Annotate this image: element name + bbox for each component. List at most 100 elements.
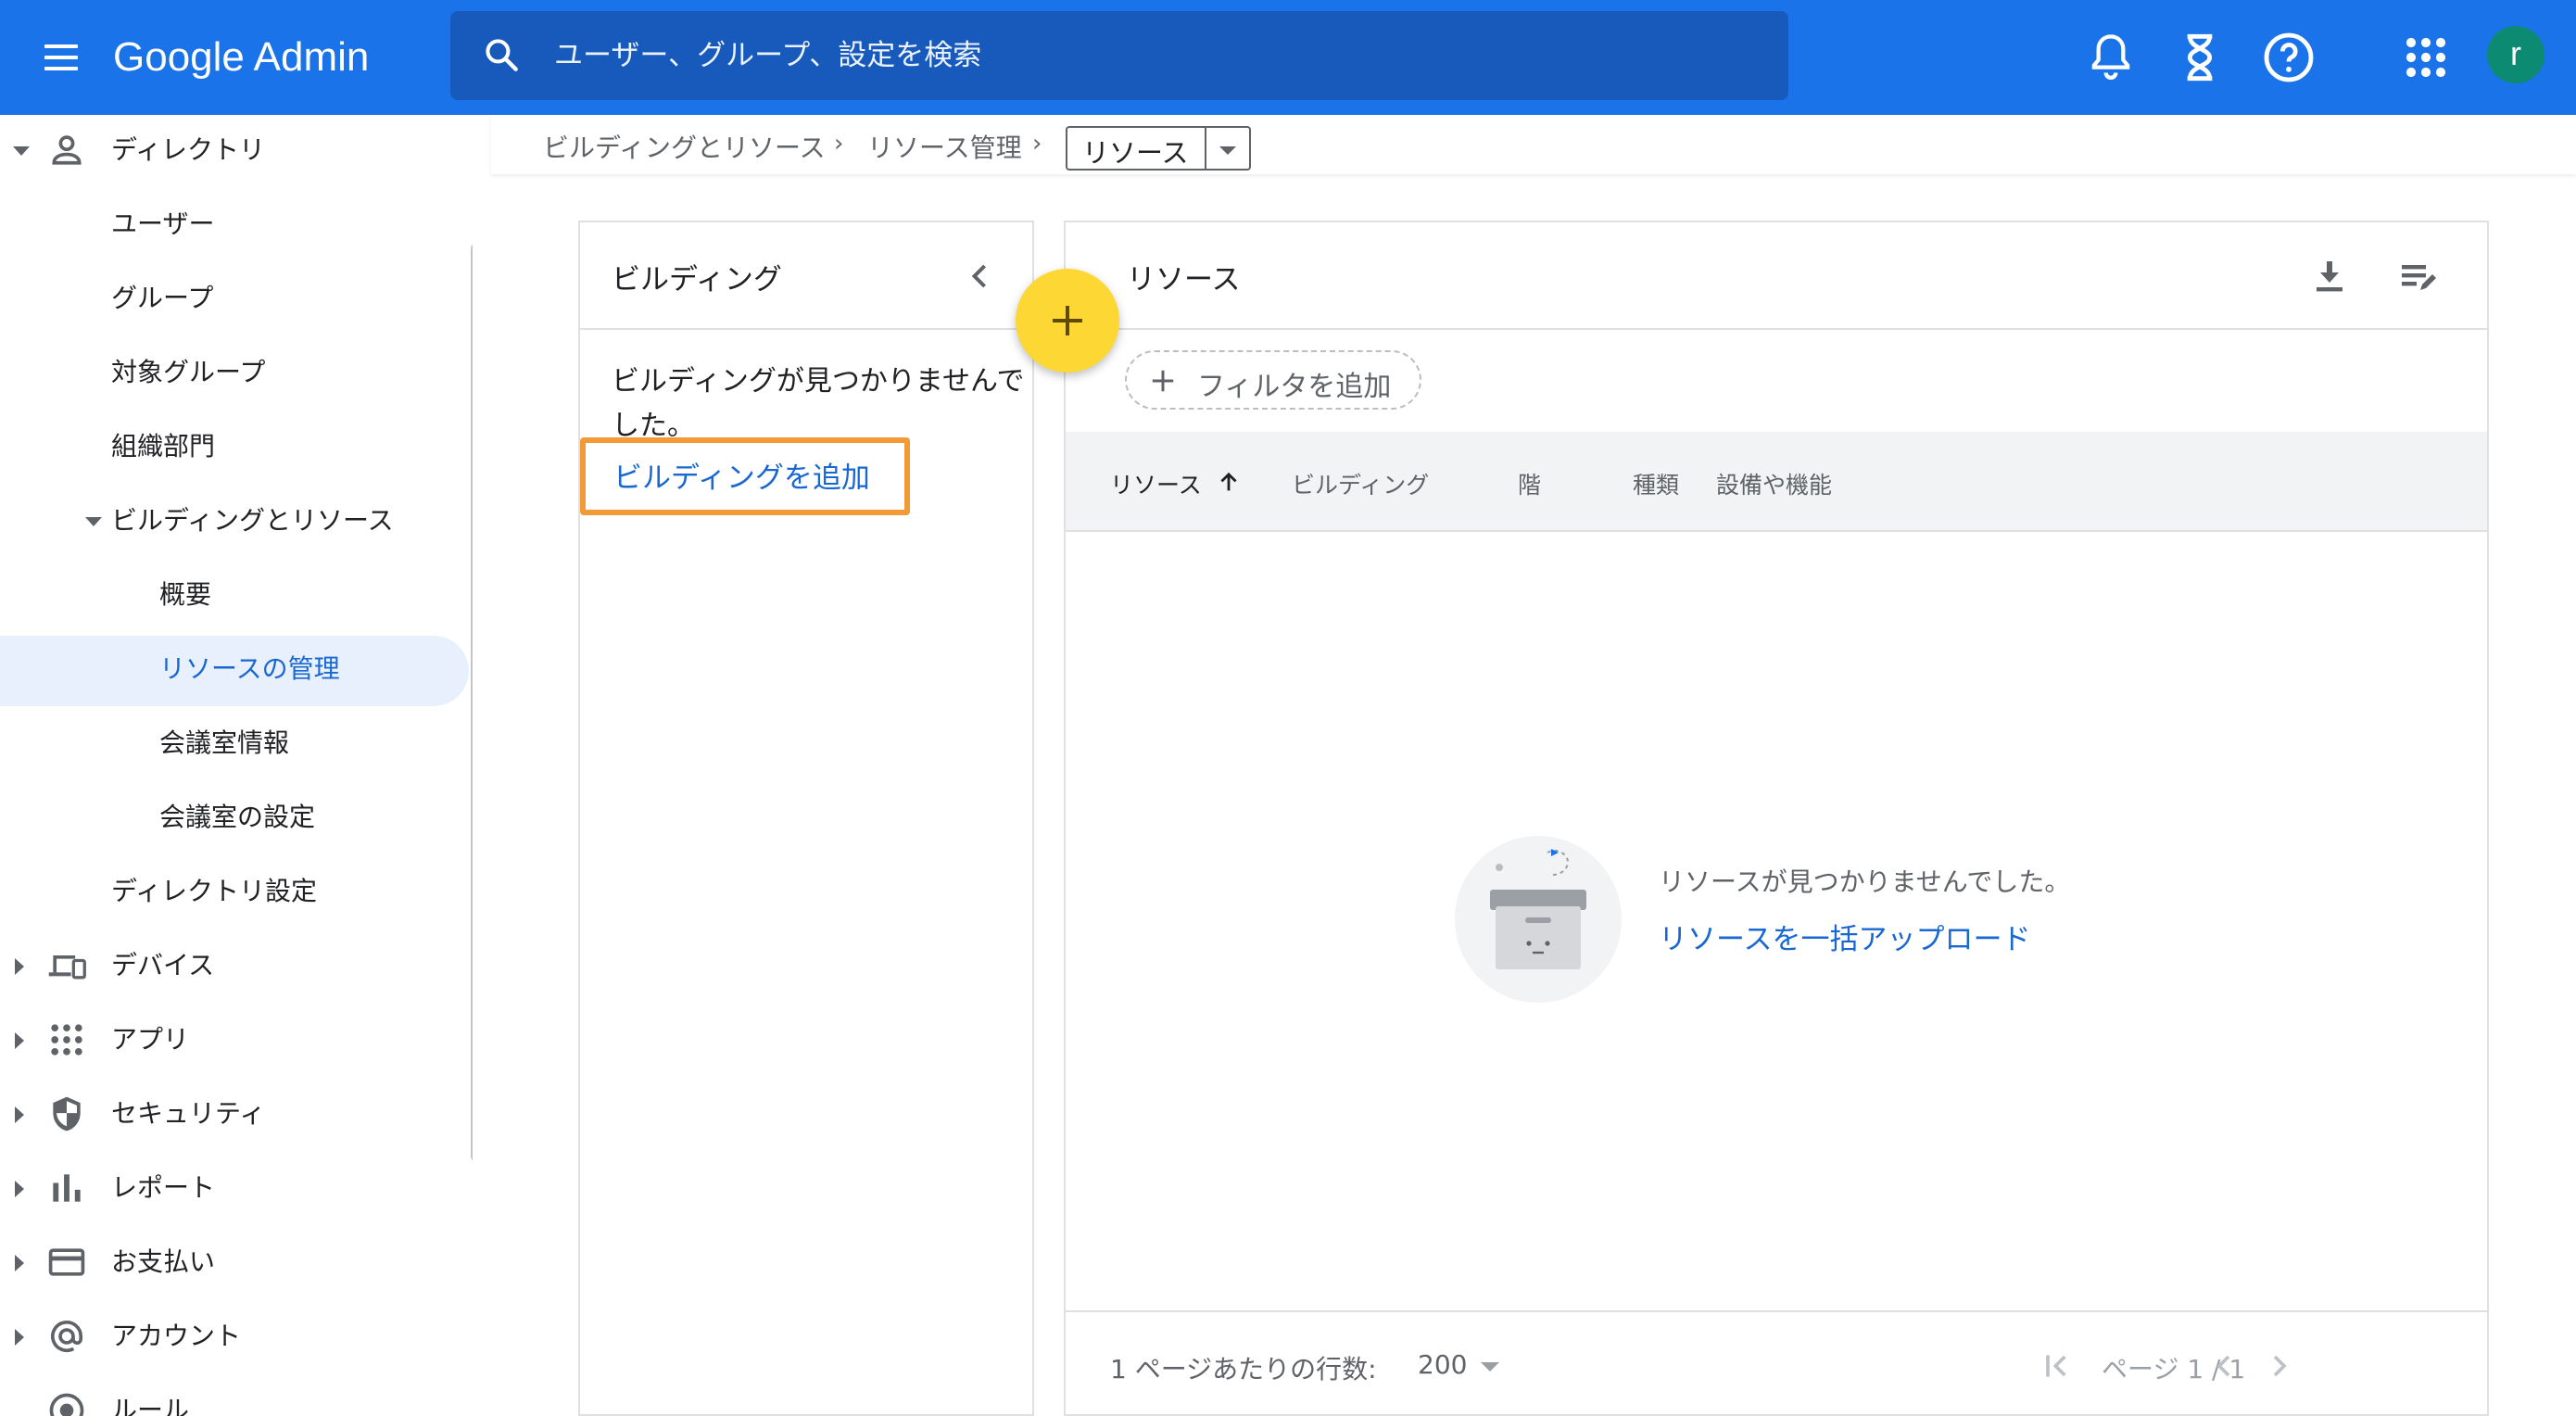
bar-chart-icon <box>53 1174 81 1202</box>
breadcrumb-current-select[interactable]: リソース <box>1066 126 1251 171</box>
add-resource-fab[interactable] <box>1016 269 1119 373</box>
sidebar-item-overview[interactable]: 概要 <box>0 560 473 630</box>
sidebar-item-label: アプリ <box>111 1024 190 1055</box>
sidebar-item-label: レポート <box>111 1172 216 1203</box>
sidebar-item-label: 組織部門 <box>111 431 216 461</box>
add-filter-button[interactable]: フィルタを追加 <box>1125 350 1421 410</box>
sidebar-item-apps[interactable]: アプリ <box>0 1005 473 1075</box>
sidebar-item-label: ディレクトリ <box>111 134 266 165</box>
sidebar-item-label: ルール <box>111 1395 190 1416</box>
sidebar-item-devices[interactable]: デバイス <box>0 930 473 1001</box>
bulk-upload-link[interactable]: リソースを一括アップロード <box>1659 916 2030 957</box>
first-page-icon[interactable] <box>2039 1347 2076 1384</box>
expand-caret-icon[interactable] <box>15 1181 24 1197</box>
download-icon[interactable] <box>2307 254 2352 298</box>
expand-caret-icon[interactable] <box>85 517 102 526</box>
plus-icon <box>1152 370 1174 392</box>
sidebar-item-room-info[interactable]: 会議室情報 <box>0 708 473 778</box>
app-logo[interactable]: Google Admin <box>113 28 369 87</box>
sidebar-item-label: グループ <box>111 283 214 313</box>
apps-grid-icon[interactable] <box>2396 28 2456 87</box>
help-icon[interactable] <box>2259 28 2318 87</box>
sidebar-item-label: セキュリティ <box>111 1098 266 1129</box>
sidebar-item-directory[interactable]: ディレクトリ <box>0 115 473 185</box>
account-avatar[interactable]: r <box>2487 26 2544 83</box>
sidebar-item-target-groups[interactable]: 対象グループ <box>0 337 473 408</box>
expand-caret-icon[interactable] <box>13 146 30 156</box>
apps-icon <box>51 1024 82 1056</box>
sidebar-item-label: ディレクトリ設定 <box>111 876 318 906</box>
rules-icon <box>49 1393 84 1416</box>
sidebar-item-billing[interactable]: お支払い <box>0 1227 473 1297</box>
breadcrumb-item-buildings[interactable]: ビルディングとリソース <box>543 128 826 165</box>
sidebar-item-label: デバイス <box>111 950 215 980</box>
expand-caret-icon[interactable] <box>15 1255 24 1271</box>
column-header-type[interactable]: 種類 <box>1633 467 1679 500</box>
previous-page-icon[interactable] <box>2205 1347 2242 1384</box>
expand-caret-icon[interactable] <box>15 958 24 975</box>
rows-per-page-select[interactable]: 200 <box>1418 1344 1520 1388</box>
sidebar-scrollbar[interactable] <box>471 241 473 1164</box>
sidebar-item-manage-resources[interactable]: リソースの管理 <box>0 634 473 706</box>
sidebar-item-security[interactable]: セキュリティ <box>0 1079 473 1149</box>
dropdown-arrow-icon <box>1219 146 1236 155</box>
search-input[interactable] <box>554 28 1759 83</box>
sidebar-nav: ディレクトリ ユーザー グループ 対象グループ 組織部門 ビルディングとリソース… <box>0 115 473 1416</box>
add-building-highlight: ビルディングを追加 <box>580 437 910 515</box>
at-sign-icon <box>50 1321 83 1353</box>
expand-caret-icon[interactable] <box>15 1032 24 1049</box>
chevron-right-icon: › <box>1032 130 1042 158</box>
expand-caret-icon[interactable] <box>15 1106 24 1123</box>
sidebar-item-label: 会議室情報 <box>159 727 290 758</box>
column-header-building[interactable]: ビルディング <box>1292 467 1429 500</box>
column-header-resource[interactable]: リソース <box>1110 467 1202 500</box>
breadcrumb-item-resource-management[interactable]: リソース管理 <box>867 128 1022 165</box>
next-page-icon[interactable] <box>2261 1347 2298 1384</box>
arrow-up-icon[interactable] <box>1216 469 1242 495</box>
breadcrumb-current-label: リソース <box>1082 137 1189 169</box>
buildings-panel: ビルディング ビルディングが見つかりませんでした。 ビルディングを追加 <box>578 221 1034 1416</box>
sidebar-item-room-settings[interactable]: 会議室の設定 <box>0 782 473 853</box>
resources-empty-message: リソースが見つかりませんでした。 <box>1659 866 2071 897</box>
hamburger-menu-icon[interactable] <box>39 37 83 78</box>
dropdown-arrow-icon <box>1481 1362 1499 1372</box>
add-filter-label: フィルタを追加 <box>1197 371 1392 403</box>
sidebar-item-rules[interactable]: ルール <box>0 1375 473 1416</box>
buildings-title: ビルディング <box>612 263 782 297</box>
empty-box-icon <box>1490 849 1586 969</box>
credit-card-icon <box>48 1248 85 1276</box>
bell-icon[interactable] <box>2081 28 2140 87</box>
rows-per-page-label: 1 ページあたりの行数: <box>1110 1354 1377 1384</box>
expand-caret-icon[interactable] <box>15 1329 24 1346</box>
hourglass-icon[interactable] <box>2170 28 2229 87</box>
edit-columns-icon[interactable] <box>2396 254 2441 298</box>
add-building-link[interactable]: ビルディングを追加 <box>613 454 870 496</box>
sidebar-item-label: ユーザー <box>111 209 215 239</box>
sidebar-item-account[interactable]: アカウント <box>0 1301 473 1372</box>
buildings-empty-message: ビルディングが見つかりませんでした。 <box>612 365 1025 442</box>
sidebar-item-label: リソースの管理 <box>159 653 340 684</box>
resources-title: リソース <box>1127 263 1241 297</box>
sidebar-item-reports[interactable]: レポート <box>0 1153 473 1223</box>
chevron-left-icon[interactable] <box>960 256 1001 297</box>
sidebar-item-label: 会議室の設定 <box>159 802 316 832</box>
column-header-floor[interactable]: 階 <box>1518 467 1541 500</box>
search-icon <box>486 39 518 71</box>
empty-state-illustration <box>1455 836 1622 1003</box>
shield-icon <box>53 1096 81 1132</box>
rows-per-page-value: 200 <box>1418 1349 1468 1380</box>
resources-panel: リソース フィルタを追加 リソース ビルディング 階 種類 設備や機能 リソース… <box>1064 221 2489 1416</box>
breadcrumb: ビルディングとリソース › リソース管理 › リソース <box>491 115 2576 174</box>
sidebar-item-groups[interactable]: グループ <box>0 263 473 334</box>
sidebar-item-directory-settings[interactable]: ディレクトリ設定 <box>0 856 473 927</box>
sidebar-item-label: お支払い <box>111 1246 216 1277</box>
search-bar[interactable] <box>450 11 1788 100</box>
chevron-right-icon: › <box>834 130 844 158</box>
person-icon <box>52 135 82 165</box>
resources-table-header: リソース ビルディング 階 種類 設備や機能 <box>1066 432 2487 532</box>
sidebar-item-org-units[interactable]: 組織部門 <box>0 411 473 482</box>
devices-icon <box>48 955 86 980</box>
column-header-features[interactable]: 設備や機能 <box>1716 467 1832 500</box>
sidebar-item-buildings-resources[interactable]: ビルディングとリソース <box>0 486 473 556</box>
sidebar-item-users[interactable]: ユーザー <box>0 189 473 259</box>
